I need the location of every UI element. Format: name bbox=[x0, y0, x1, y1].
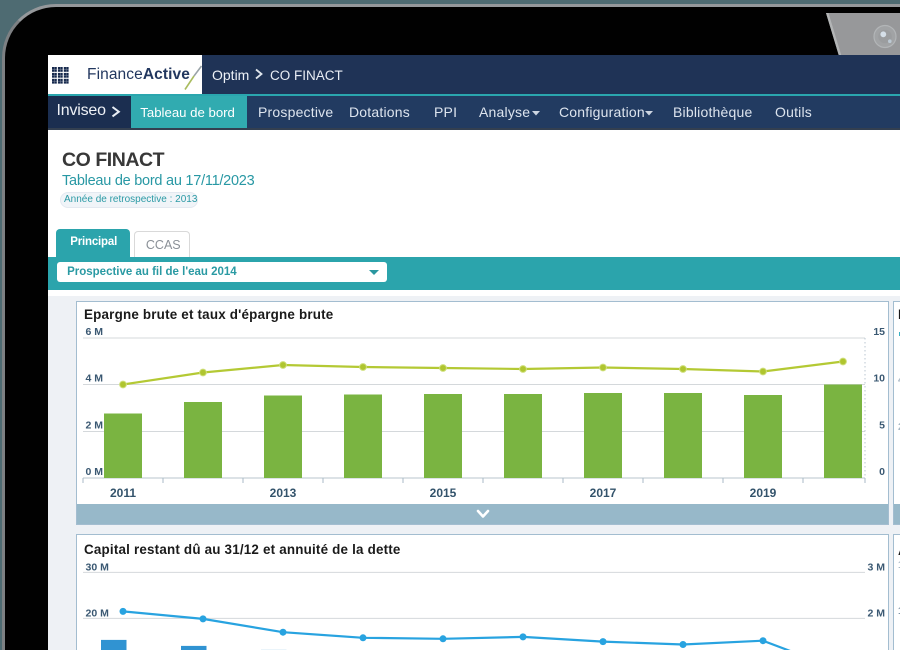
svg-text:3 M: 3 M bbox=[867, 561, 885, 573]
svg-text:2013: 2013 bbox=[270, 486, 297, 500]
svg-text:15: 15 bbox=[873, 326, 885, 338]
svg-text:0 M: 0 M bbox=[86, 466, 104, 478]
svg-text:20 M: 20 M bbox=[86, 607, 110, 619]
svg-text:2 M: 2 M bbox=[86, 419, 104, 431]
svg-text:2011: 2011 bbox=[110, 486, 136, 500]
svg-text:30 M: 30 M bbox=[86, 561, 110, 573]
svg-text:2015: 2015 bbox=[430, 486, 457, 500]
svg-text:2017: 2017 bbox=[590, 486, 617, 500]
svg-text:2 M: 2 M bbox=[867, 607, 885, 619]
svg-text:4 M: 4 M bbox=[86, 372, 104, 384]
svg-text:10: 10 bbox=[873, 372, 885, 384]
svg-text:6 M: 6 M bbox=[86, 326, 104, 338]
svg-text:2019: 2019 bbox=[750, 486, 777, 500]
svg-text:5: 5 bbox=[879, 419, 885, 431]
svg-text:0: 0 bbox=[879, 466, 885, 478]
